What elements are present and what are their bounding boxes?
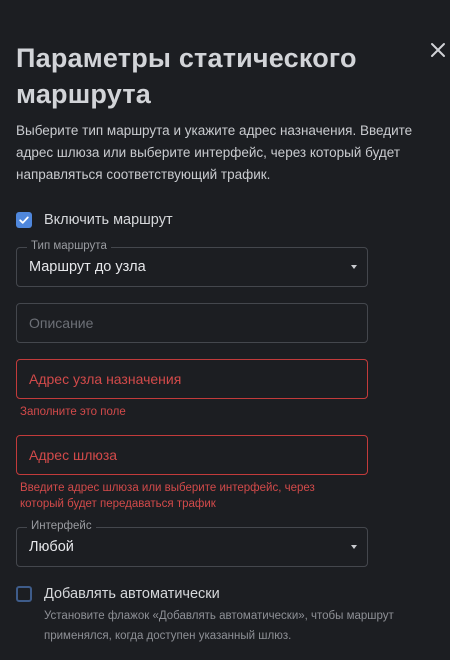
interface-value: Любой [29,539,74,555]
checkbox-unchecked[interactable] [16,586,32,602]
auto-add-checkbox[interactable]: Добавлять автоматически [16,586,220,602]
auto-add-hint: Установите флажок «Добавлять автоматичес… [44,610,394,642]
checkmark-icon [19,216,29,224]
auto-add-label: Добавлять автоматически [44,586,220,602]
dialog-description: Выберите тип маршрута и укажите адрес на… [16,123,413,182]
dialog-title: Параметры статического маршрута [16,43,357,109]
checkbox-checked[interactable] [16,212,32,228]
gateway-address-input[interactable]: Адрес шлюза [16,435,368,475]
interface-select[interactable]: Интерфейс Любой [16,520,368,567]
gateway-error: Введите адрес шлюза или выберите интерфе… [20,482,315,510]
destination-error: Заполните это поле [20,406,126,418]
gateway-placeholder: Адрес шлюза [29,447,118,463]
route-type-value: Маршрут до узла [29,259,146,275]
route-type-select[interactable]: Тип маршрута Маршрут до узла [16,240,368,287]
description-input[interactable]: Описание [16,303,368,343]
interface-label: Интерфейс [27,520,96,532]
static-route-dialog: Параметры статического маршрута Выберите… [0,0,450,660]
description-placeholder: Описание [29,315,94,331]
caret-down-icon [351,265,357,269]
close-icon[interactable] [428,40,448,60]
destination-placeholder: Адрес узла назначения [29,371,182,387]
caret-down-icon [351,545,357,549]
enable-route-label: Включить маршрут [44,212,173,228]
destination-address-input[interactable]: Адрес узла назначения [16,359,368,399]
route-type-label: Тип маршрута [27,240,111,252]
enable-route-checkbox[interactable]: Включить маршрут [16,212,173,228]
